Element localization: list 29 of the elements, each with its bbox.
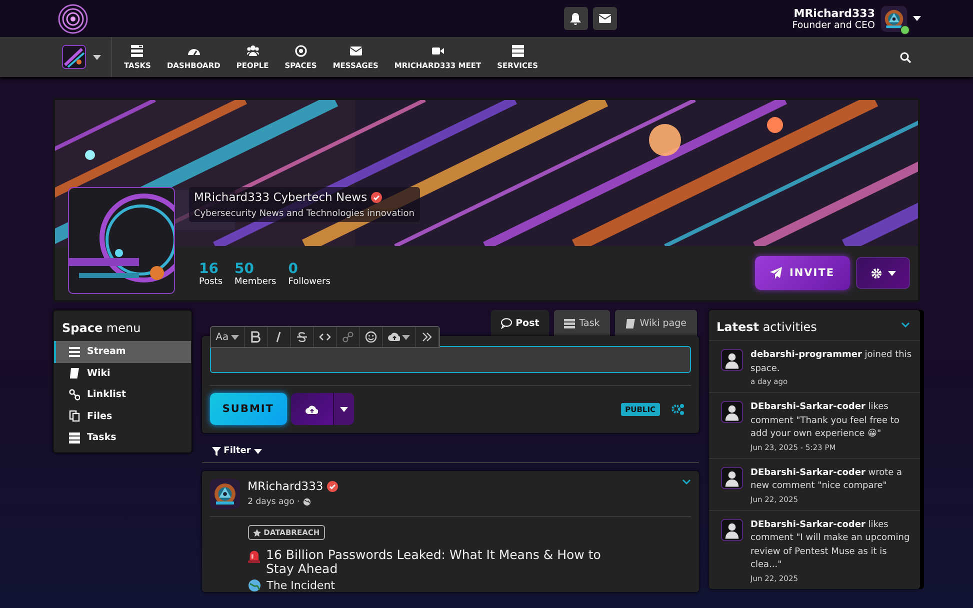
menu-item[interactable]: Linklist <box>54 384 191 406</box>
activity-text: debarshi-programmer joined this space. <box>750 349 912 376</box>
activity-text: DEbarshi-Sarkar-coder likes comment "I will make an upcoming review of Pentest Muse as it is clea..." <box>750 518 911 572</box>
post-time: 2 days ago · <box>248 497 300 507</box>
submit-button[interactable]: SUBMIT <box>210 393 287 425</box>
invite-button[interactable]: INVITE <box>755 256 850 290</box>
stat-label: Posts <box>199 277 223 287</box>
stat-label: Followers <box>288 277 330 287</box>
panel-title: Latest activities <box>716 319 818 336</box>
stat-value: 50 <box>234 261 256 277</box>
menu-item[interactable]: Stream <box>54 341 191 362</box>
author-name[interactable]: MRichard333 <box>248 479 324 493</box>
post-title[interactable]: 16 Billion Passwords Leaked: What It Means & How to Stay Ahead <box>266 548 628 577</box>
user-name[interactable]: MRichard333 <box>792 6 875 20</box>
stat-value: 0 <box>288 261 299 277</box>
stat-label: Members <box>234 277 276 287</box>
panel-title: Space menu <box>61 320 142 337</box>
section-heading: The Incident <box>266 578 335 592</box>
tab[interactable]: Wiki page <box>614 310 696 336</box>
activity-text: DEbarshi-Sarkar-coder wrote a new comment "nice compare" <box>750 466 904 493</box>
stat-value: 16 <box>199 261 220 277</box>
filter-button[interactable]: Filter <box>212 446 262 456</box>
tab[interactable]: Post <box>490 310 550 336</box>
menu-item[interactable]: Tasks <box>54 427 191 448</box>
user-role: Founder and CEO <box>792 20 875 30</box>
activity-text: DEbarshi-Sarkar-coder likes comment "Thank you feel free to add your own experience 😀" <box>750 401 900 441</box>
menu-item[interactable]: Files <box>54 406 191 427</box>
tab[interactable]: Task <box>554 310 610 336</box>
menu-item[interactable]: Wiki <box>54 362 191 384</box>
